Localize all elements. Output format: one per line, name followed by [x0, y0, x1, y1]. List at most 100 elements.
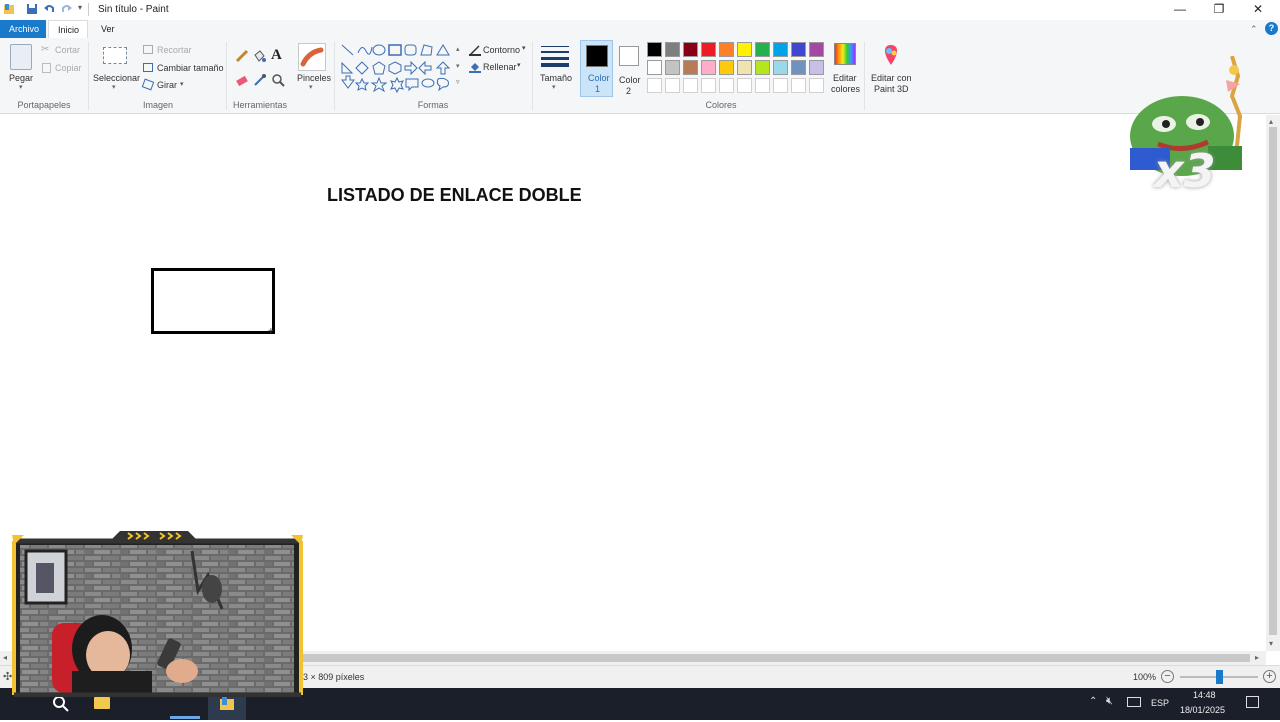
palette-swatch[interactable] — [719, 60, 734, 75]
close-button[interactable]: ✕ — [1238, 0, 1278, 20]
fill-dropdown-icon[interactable]: ▾ — [517, 61, 521, 69]
brushes-icon[interactable] — [298, 43, 326, 71]
pencil-icon[interactable] — [235, 49, 249, 65]
rotate-dropdown-icon[interactable]: ▾ — [180, 80, 184, 88]
paste-dropdown-icon[interactable]: ▾ — [19, 83, 23, 91]
palette-swatch[interactable] — [809, 42, 824, 57]
palette-custom-slot[interactable] — [701, 78, 716, 93]
shapes-gallery-glyphs[interactable] — [340, 43, 454, 95]
palette-swatch[interactable] — [791, 42, 806, 57]
palette-swatch[interactable] — [755, 60, 770, 75]
edit-colors-line2[interactable]: colores — [831, 84, 860, 94]
clock-time[interactable]: 14:48 — [1193, 690, 1216, 700]
palette-swatch[interactable] — [647, 42, 662, 57]
paste-button[interactable]: Pegar — [9, 73, 33, 83]
tab-archivo[interactable]: Archivo — [0, 20, 46, 38]
palette-custom-slot[interactable] — [755, 78, 770, 93]
magnifier-icon[interactable] — [271, 73, 285, 89]
size-button[interactable]: Tamaño — [540, 73, 572, 83]
zoom-out-button[interactable]: − — [1161, 670, 1174, 683]
select-dropdown-icon[interactable]: ▾ — [112, 83, 116, 91]
undo-icon[interactable] — [43, 3, 55, 15]
volume-muted-icon[interactable]: 🔇︎ — [1106, 695, 1113, 708]
rotate-button[interactable]: Girar — [157, 80, 177, 90]
drawn-rectangle[interactable] — [151, 268, 275, 334]
color2-selector[interactable]: Color 2 — [614, 40, 647, 97]
search-icon[interactable] — [52, 695, 70, 715]
palette-swatch[interactable] — [773, 42, 788, 57]
fill-button[interactable]: Rellenar — [483, 62, 517, 72]
resize-button[interactable]: Cambiar tamaño — [157, 63, 224, 73]
fill-bucket-icon[interactable] — [252, 49, 266, 65]
palette-swatch[interactable] — [701, 42, 716, 57]
shapes-scroll-up-icon[interactable]: ▴ — [456, 45, 460, 53]
color-picker-icon[interactable] — [253, 73, 267, 89]
outline-dropdown-icon[interactable]: ▾ — [522, 44, 526, 52]
palette-swatch[interactable] — [683, 42, 698, 57]
palette-swatch[interactable] — [665, 60, 680, 75]
palette-swatch[interactable] — [719, 42, 734, 57]
color1-selector[interactable]: Color 1 — [580, 40, 613, 97]
palette-swatch[interactable] — [701, 60, 716, 75]
language-indicator[interactable]: ESP — [1151, 698, 1169, 708]
redo-icon[interactable] — [61, 3, 73, 15]
brushes-dropdown-icon[interactable]: ▾ — [309, 83, 313, 91]
palette-custom-slot[interactable] — [737, 78, 752, 93]
palette-swatch[interactable] — [755, 42, 770, 57]
outline-button[interactable]: Contorno — [483, 45, 520, 55]
file-explorer-icon[interactable] — [94, 697, 110, 709]
palette-custom-slot[interactable] — [773, 78, 788, 93]
edit-colors-line1[interactable]: Editar — [833, 73, 857, 83]
zoom-slider-thumb[interactable] — [1216, 670, 1223, 684]
copy-button[interactable]: Copiar — [55, 63, 82, 73]
clock-date[interactable]: 18/01/2025 — [1180, 705, 1225, 715]
notifications-icon[interactable] — [1246, 696, 1259, 708]
save-icon[interactable] — [26, 3, 38, 15]
palette-swatch[interactable] — [665, 42, 680, 57]
select-button[interactable]: Seleccionar — [93, 73, 140, 83]
scroll-left-icon[interactable]: ◂ — [3, 653, 7, 662]
cut-button[interactable]: Cortar — [55, 45, 80, 55]
palette-swatch[interactable] — [737, 42, 752, 57]
network-icon[interactable] — [1127, 697, 1141, 707]
palette-swatch[interactable] — [737, 60, 752, 75]
palette-custom-slot[interactable] — [719, 78, 734, 93]
help-icon[interactable]: ? — [1265, 22, 1278, 35]
palette-swatch[interactable] — [773, 60, 788, 75]
scroll-up-icon[interactable]: ▴ — [1269, 117, 1273, 126]
eraser-icon[interactable] — [235, 73, 249, 89]
palette-swatch[interactable] — [809, 60, 824, 75]
text-tool-icon[interactable]: A — [271, 47, 282, 64]
maximize-button[interactable]: ❐ — [1199, 0, 1239, 20]
palette-custom-slot[interactable] — [647, 78, 662, 93]
paint3d-icon[interactable] — [880, 43, 902, 69]
scroll-right-icon[interactable]: ▸ — [1255, 653, 1259, 662]
palette-custom-slot[interactable] — [791, 78, 806, 93]
zoom-in-button[interactable]: + — [1263, 670, 1276, 683]
palette-custom-slot[interactable] — [665, 78, 680, 93]
shapes-more-icon[interactable]: ▿ — [456, 78, 460, 86]
palette-custom-slot[interactable] — [809, 78, 824, 93]
tab-ver[interactable]: Ver — [91, 20, 125, 38]
palette-swatch[interactable] — [647, 60, 662, 75]
paint3d-line2[interactable]: Paint 3D — [874, 84, 909, 94]
select-icon[interactable] — [103, 47, 127, 64]
palette-swatch[interactable] — [683, 60, 698, 75]
minimize-button[interactable]: — — [1160, 0, 1200, 20]
edit-colors-icon[interactable] — [834, 43, 856, 65]
tray-overflow-icon[interactable]: ⌃ — [1089, 696, 1097, 707]
scroll-down-icon[interactable]: ▾ — [1269, 639, 1273, 648]
paste-icon[interactable] — [10, 44, 32, 70]
tab-inicio[interactable]: Inicio — [48, 20, 88, 38]
brushes-button[interactable]: Pinceles — [297, 73, 331, 83]
crop-button[interactable]: Recortar — [157, 45, 192, 55]
collapse-ribbon-icon[interactable]: ⌃ — [1250, 24, 1258, 35]
size-dropdown-icon[interactable]: ▾ — [552, 83, 556, 91]
paint3d-line1[interactable]: Editar con — [871, 73, 912, 83]
palette-custom-slot[interactable] — [683, 78, 698, 93]
palette-swatch[interactable] — [791, 60, 806, 75]
shapes-scroll-down-icon[interactable]: ▾ — [456, 62, 460, 70]
vertical-scroll-thumb[interactable] — [1269, 127, 1277, 635]
vertical-scrollbar[interactable]: ▴ ▾ — [1266, 115, 1280, 651]
size-icon[interactable] — [541, 44, 569, 68]
